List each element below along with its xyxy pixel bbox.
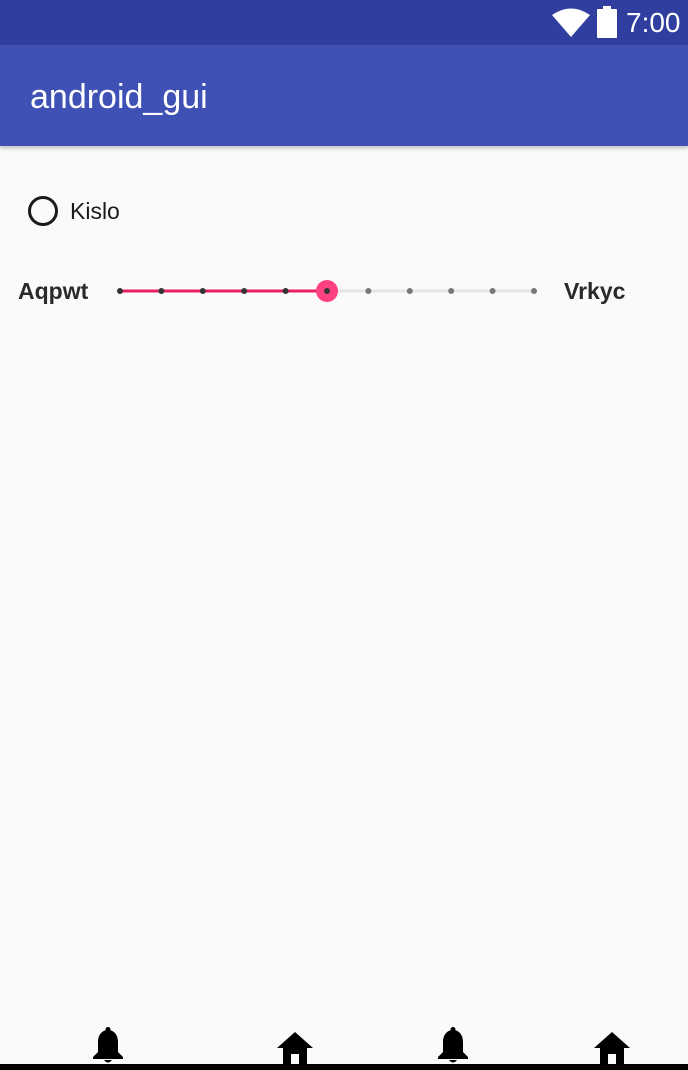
- home-icon: [277, 1032, 313, 1064]
- bottom-nav: [0, 1020, 688, 1070]
- slider-min-label: Aqpwt: [18, 278, 89, 304]
- slider-tick: [531, 288, 537, 294]
- app-bar: android_gui: [0, 45, 688, 146]
- slider-tick: [241, 288, 248, 294]
- status-time: 7:00: [626, 7, 681, 38]
- status-bar: 7:00: [0, 0, 688, 45]
- radio-option-kislo[interactable]: Kislo: [28, 192, 120, 230]
- radio-label: Kislo: [70, 197, 120, 224]
- slider-tick: [199, 288, 206, 294]
- slider-tick: [365, 288, 372, 294]
- slider-tick: [282, 288, 289, 294]
- home-icon: [594, 1032, 630, 1064]
- wifi-icon: [552, 8, 590, 37]
- radio-button[interactable]: [28, 196, 58, 226]
- slider-tick: [158, 288, 165, 294]
- nav-home-button[interactable]: [275, 1026, 315, 1064]
- nav-bell-button[interactable]: [88, 1026, 128, 1064]
- slider-tick: [489, 288, 496, 294]
- battery-icon: [597, 6, 617, 38]
- app-title: android_gui: [30, 78, 208, 116]
- slider-tick: [324, 288, 330, 294]
- navigation-bar-edge: [0, 1064, 688, 1070]
- nav-bell-button[interactable]: [433, 1026, 473, 1064]
- slider-tick: [117, 288, 123, 294]
- discrete-slider[interactable]: [110, 276, 550, 306]
- slider-tick: [448, 288, 455, 294]
- nav-home-button[interactable]: [592, 1026, 632, 1064]
- slider-tick: [406, 288, 413, 294]
- bell-icon: [93, 1027, 123, 1063]
- slider-max-label: Vrkyc: [564, 278, 626, 304]
- bell-icon: [438, 1027, 468, 1063]
